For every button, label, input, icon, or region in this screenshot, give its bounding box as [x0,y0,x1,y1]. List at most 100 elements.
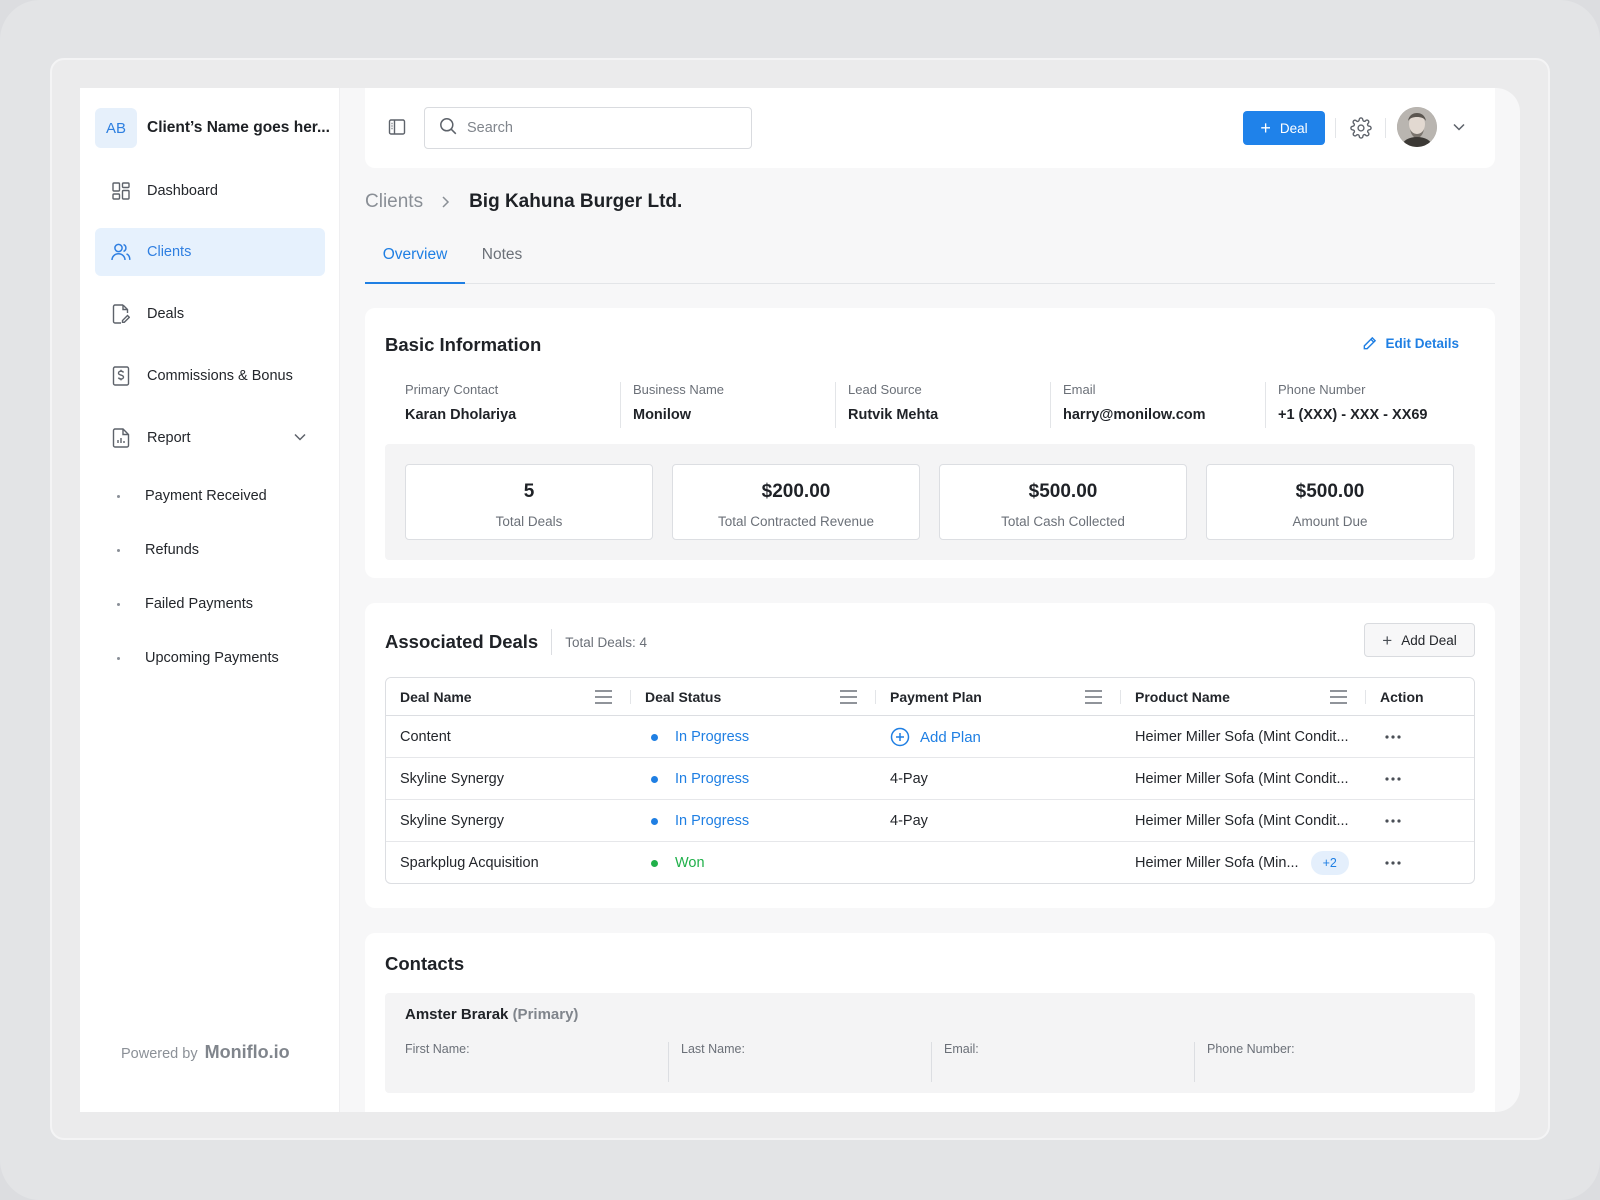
deal-name-cell: Skyline Synergy [400,771,504,787]
add-plan-label: Add Plan [920,728,981,746]
deals-table: Deal Name Deal Status Payment Plan Produ… [385,677,1475,884]
divider [551,629,553,655]
bullet-dot [117,548,120,552]
breadcrumb: Clients Big Kahuna Burger Ltd. [365,191,682,213]
new-deal-label: Deal [1279,120,1308,136]
add-deal-label: Add Deal [1401,632,1457,648]
contact-item: Amster Brarak (Primary) First Name: Last… [385,993,1475,1093]
sidebar-subitem-label: Failed Payments [145,596,253,612]
column-menu-icon[interactable] [839,689,858,710]
column-header-product-name[interactable]: Product Name [1121,678,1230,716]
column-menu-icon[interactable] [1084,689,1103,710]
new-deal-button[interactable]: + Deal [1243,111,1325,145]
chevron-down-icon[interactable] [1452,120,1466,139]
gear-icon[interactable] [1350,117,1372,144]
deal-status-cell: In Progress [651,716,749,758]
field-label: Business Name [633,382,725,397]
add-plan-button[interactable]: Add Plan [890,716,981,758]
top-bar: Search + Deal [365,88,1495,168]
column-menu-icon[interactable] [594,689,613,710]
column-header-action: Action [1380,689,1424,705]
report-icon [111,428,131,448]
table-row[interactable]: Skyline Synergy In Progress 4-Pay Heimer… [386,800,1474,842]
more-actions-icon[interactable] [1385,800,1401,842]
more-actions-icon[interactable] [1385,716,1401,758]
more-products-badge[interactable]: +2 [1310,851,1349,875]
search-placeholder: Search [467,120,513,136]
section-title: Associated Deals [385,631,539,652]
edit-details-button[interactable]: Edit Details [1362,336,1459,351]
contact-name: Amster Brarak (Primary) [405,1006,578,1023]
deals-header: Associated Deals Total Deals: 4 [385,629,647,655]
table-row[interactable]: Skyline Synergy In Progress 4-Pay Heimer… [386,758,1474,800]
status-label: Won [675,855,705,871]
chevron-right-icon [440,195,452,209]
chevron-down-icon[interactable] [293,430,307,448]
bullet-dot [117,602,120,606]
client-name: Client’s Name goes her... [147,119,330,136]
status-label: In Progress [675,729,750,745]
column-menu-icon[interactable] [1329,689,1348,710]
sidebar-item-commissions[interactable]: Commissions & Bonus [95,352,325,400]
sidebar-subitem-upcoming-payments[interactable]: Upcoming Payments [95,638,325,678]
tab-overview[interactable]: Overview [365,246,465,284]
divider [1335,118,1336,138]
field-label: Email: [944,1042,979,1056]
stat-total-deals: 5 Total Deals [405,464,653,540]
sidebar-item-deals[interactable]: Deals [95,290,325,338]
column-header-deal-status[interactable]: Deal Status [631,678,721,716]
sidebar-subitem-refunds[interactable]: Refunds [95,530,325,570]
status-dot [651,859,658,867]
field-label: Phone Number: [1207,1042,1295,1056]
powered-prefix: Powered by [121,1046,198,1062]
sidebar-item-dashboard[interactable]: Dashboard [95,167,325,215]
info-fields: Primary Contact Karan Dholariya Business… [405,382,1480,428]
dashboard-icon [111,181,131,201]
client-switcher[interactable]: AB Client’s Name goes her... [95,108,330,148]
bullet-dot [117,494,120,498]
sidebar-item-label: Report [147,430,191,446]
sidebar-item-label: Commissions & Bonus [147,368,293,384]
field-label: Primary Contact [405,382,499,397]
field-label: First Name: [405,1042,470,1056]
user-avatar[interactable] [1397,107,1437,147]
more-actions-icon[interactable] [1385,758,1401,800]
product-name-cell: Heimer Miller Sofa (Mint Condit... [1135,813,1349,829]
status-dot [651,733,658,741]
sidebar-toggle-icon[interactable] [388,118,406,141]
table-row[interactable]: Content In Progress Add Plan Heimer Mill… [386,716,1474,758]
associated-deals-card: Associated Deals Total Deals: 4 + Add De… [365,603,1495,908]
field-value: +1 (XXX) - XXX - XX69 [1278,407,1428,423]
search-input[interactable]: Search [424,107,752,149]
sidebar-subitem-payment-received[interactable]: Payment Received [95,476,325,516]
app-window: AB Client’s Name goes her... Dashboard C… [80,88,1520,1112]
table-header: Deal Name Deal Status Payment Plan Produ… [386,678,1474,716]
stat-label: Amount Due [1292,514,1368,529]
stats-panel: 5 Total Deals $200.00 Total Contracted R… [385,444,1475,560]
edit-details-label: Edit Details [1385,336,1459,351]
field-label: Phone Number [1278,382,1366,397]
status-dot [651,775,658,783]
sidebar-subitem-failed-payments[interactable]: Failed Payments [95,584,325,624]
add-deal-button[interactable]: + Add Deal [1364,623,1475,657]
breadcrumb-clients-link[interactable]: Clients [365,191,423,213]
info-field-email: Email harry@monilow.com [1050,382,1265,428]
sidebar-item-report[interactable]: Report [95,414,325,462]
stat-value: 5 [523,481,535,502]
deals-count: Total Deals: 4 [565,634,648,650]
sidebar-item-clients[interactable]: Clients [95,228,325,276]
stat-label: Total Cash Collected [1001,514,1125,529]
pencil-icon [1364,336,1377,350]
product-name-cell: Heimer Miller Sofa (Mint Condit... [1135,729,1349,745]
more-actions-icon[interactable] [1385,842,1401,883]
deal-name-cell: Sparkplug Acquisition [400,855,539,871]
dollar-receipt-icon [111,366,131,386]
field-value: Rutvik Mehta [848,407,939,423]
table-row[interactable]: Sparkplug Acquisition Won Heimer Miller … [386,842,1474,883]
deal-name-cell: Skyline Synergy [400,813,504,829]
brand-logo-text[interactable]: Moniflo.io [205,1042,290,1062]
users-icon [111,242,131,262]
column-header-payment-plan[interactable]: Payment Plan [876,678,982,716]
column-header-deal-name[interactable]: Deal Name [386,678,472,716]
tab-notes[interactable]: Notes [469,246,535,284]
